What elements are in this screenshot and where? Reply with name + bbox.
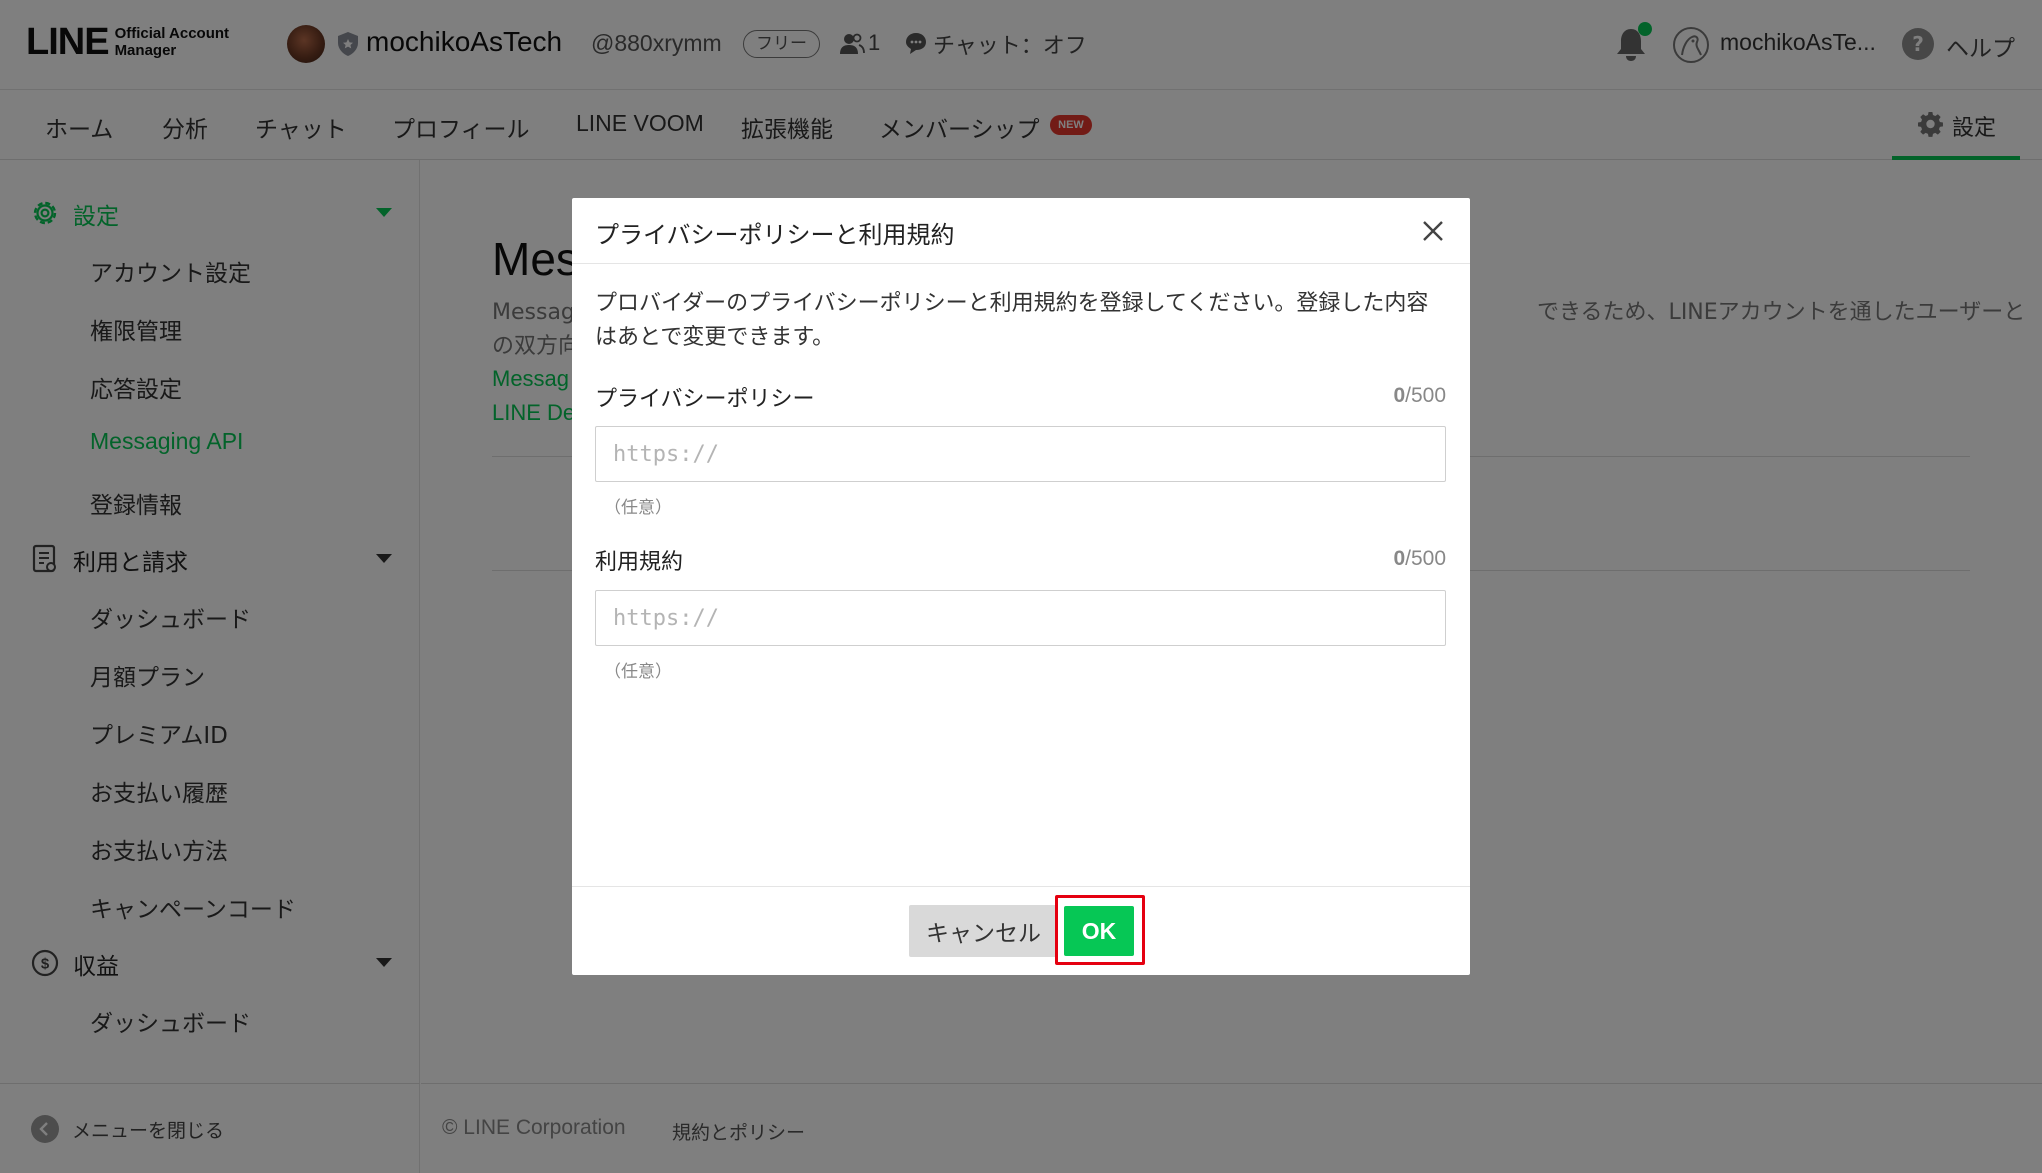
dialog-description: プロバイダーのプライバシーポリシーと利用規約を登録してください。登録した内容はあ…: [595, 291, 1429, 350]
privacy-policy-optional-hint: （任意）: [604, 498, 672, 518]
terms-of-use-optional-hint: （任意）: [604, 662, 672, 682]
ok-button[interactable]: OK: [1064, 906, 1134, 956]
dialog-title: プライバシーポリシーと利用規約: [595, 221, 955, 249]
counter-max: /500: [1405, 384, 1446, 407]
app-window: LINE Official Account Manager mochikoAsT…: [0, 0, 2042, 1173]
privacy-policy-url-input[interactable]: [595, 426, 1446, 482]
privacy-policy-label: プライバシーポリシー: [595, 387, 815, 412]
privacy-policy-char-counter: 0/500: [1393, 384, 1446, 408]
close-icon[interactable]: [1420, 218, 1446, 244]
privacy-terms-dialog: プライバシーポリシーと利用規約 プロバイダーのプライバシーポリシーと利用規約を登…: [572, 198, 1470, 975]
terms-of-use-url-input[interactable]: [595, 590, 1446, 646]
terms-of-use-label: 利用規約: [595, 550, 684, 575]
dialog-header: プライバシーポリシーと利用規約: [572, 198, 1470, 264]
counter-current: 0: [1393, 547, 1406, 570]
counter-current: 0: [1393, 384, 1406, 407]
dialog-footer-divider: [572, 886, 1470, 887]
cancel-button[interactable]: キャンセル: [909, 905, 1058, 957]
counter-max: /500: [1405, 547, 1446, 570]
terms-of-use-char-counter: 0/500: [1393, 547, 1446, 571]
